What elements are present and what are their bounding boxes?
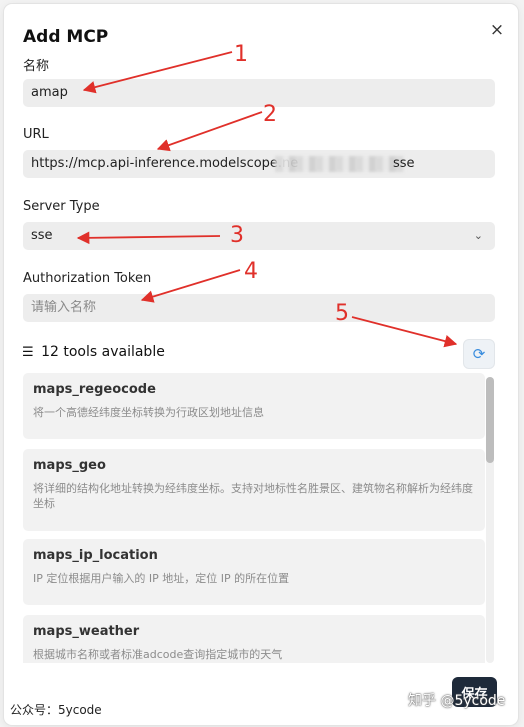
annotation-label-3: 3: [230, 223, 244, 248]
server-type-value: sse: [31, 228, 53, 243]
name-value: amap: [31, 85, 68, 100]
refresh-icon: ⟳: [472, 345, 486, 363]
scrollbar-thumb[interactable]: [486, 377, 494, 463]
tools-count: ☰ 12 tools available: [22, 344, 165, 360]
footer-right-watermark: 知乎 @5ycode: [408, 693, 506, 709]
annotation-label-2: 2: [263, 102, 277, 127]
auth-token-field[interactable]: [23, 294, 495, 322]
add-mcp-dialog: × Add MCP 名称 amap URL https://mcp.api-in…: [4, 4, 518, 725]
refresh-button[interactable]: ⟳: [463, 339, 495, 369]
dialog-title: Add MCP: [23, 27, 109, 47]
tool-desc: 将详细的结构化地址转换为经纬度坐标。支持对地标性名胜景区、建筑物名称解析为经纬度…: [33, 482, 473, 510]
auth-token-label: Authorization Token: [23, 271, 152, 286]
chevron-down-icon: ⌄: [473, 229, 483, 242]
tool-card[interactable]: maps_geo 将详细的结构化地址转换为经纬度坐标。支持对地标性名胜景区、建筑…: [23, 449, 485, 531]
url-value: https://mcp.api-inference.modelscope.ne: [31, 156, 299, 171]
server-type-label: Server Type: [23, 199, 100, 214]
url-value-tail: sse: [393, 156, 415, 171]
url-label: URL: [23, 127, 49, 142]
url-field[interactable]: https://mcp.api-inference.modelscope.ne …: [23, 150, 495, 178]
annotation-label-1: 1: [234, 42, 248, 67]
tool-desc: 将一个高德经纬度坐标转换为行政区划地址信息: [33, 406, 264, 419]
tool-list[interactable]: maps_regeocode 将一个高德经纬度坐标转换为行政区划地址信息 map…: [23, 373, 497, 663]
tool-card[interactable]: maps_weather 根据城市名称或者标准adcode查询指定城市的天气: [23, 615, 485, 663]
server-type-select[interactable]: sse ⌄: [23, 222, 495, 250]
list-icon: ☰: [22, 345, 34, 360]
name-label: 名称: [23, 59, 50, 74]
annotation-label-4: 4: [244, 259, 258, 284]
tool-name: maps_geo: [33, 458, 106, 473]
redacted-blur: [275, 156, 405, 172]
auth-token-input[interactable]: [31, 300, 495, 315]
close-icon[interactable]: ×: [488, 21, 506, 39]
tool-card[interactable]: maps_regeocode 将一个高德经纬度坐标转换为行政区划地址信息: [23, 373, 485, 439]
tool-desc: 根据城市名称或者标准adcode查询指定城市的天气: [33, 648, 283, 661]
tool-name: maps_weather: [33, 624, 140, 639]
tools-count-text: 12 tools available: [41, 344, 165, 360]
tool-card[interactable]: maps_ip_location IP 定位根据用户输入的 IP 地址，定位 I…: [23, 539, 485, 605]
tool-desc: IP 定位根据用户输入的 IP 地址，定位 IP 的所在位置: [33, 572, 290, 585]
tool-name: maps_ip_location: [33, 548, 158, 563]
name-field[interactable]: amap: [23, 79, 495, 107]
tool-name: maps_regeocode: [33, 382, 156, 397]
footer-left-watermark: 公众号：5ycode: [10, 703, 102, 717]
annotation-label-5: 5: [335, 301, 349, 326]
